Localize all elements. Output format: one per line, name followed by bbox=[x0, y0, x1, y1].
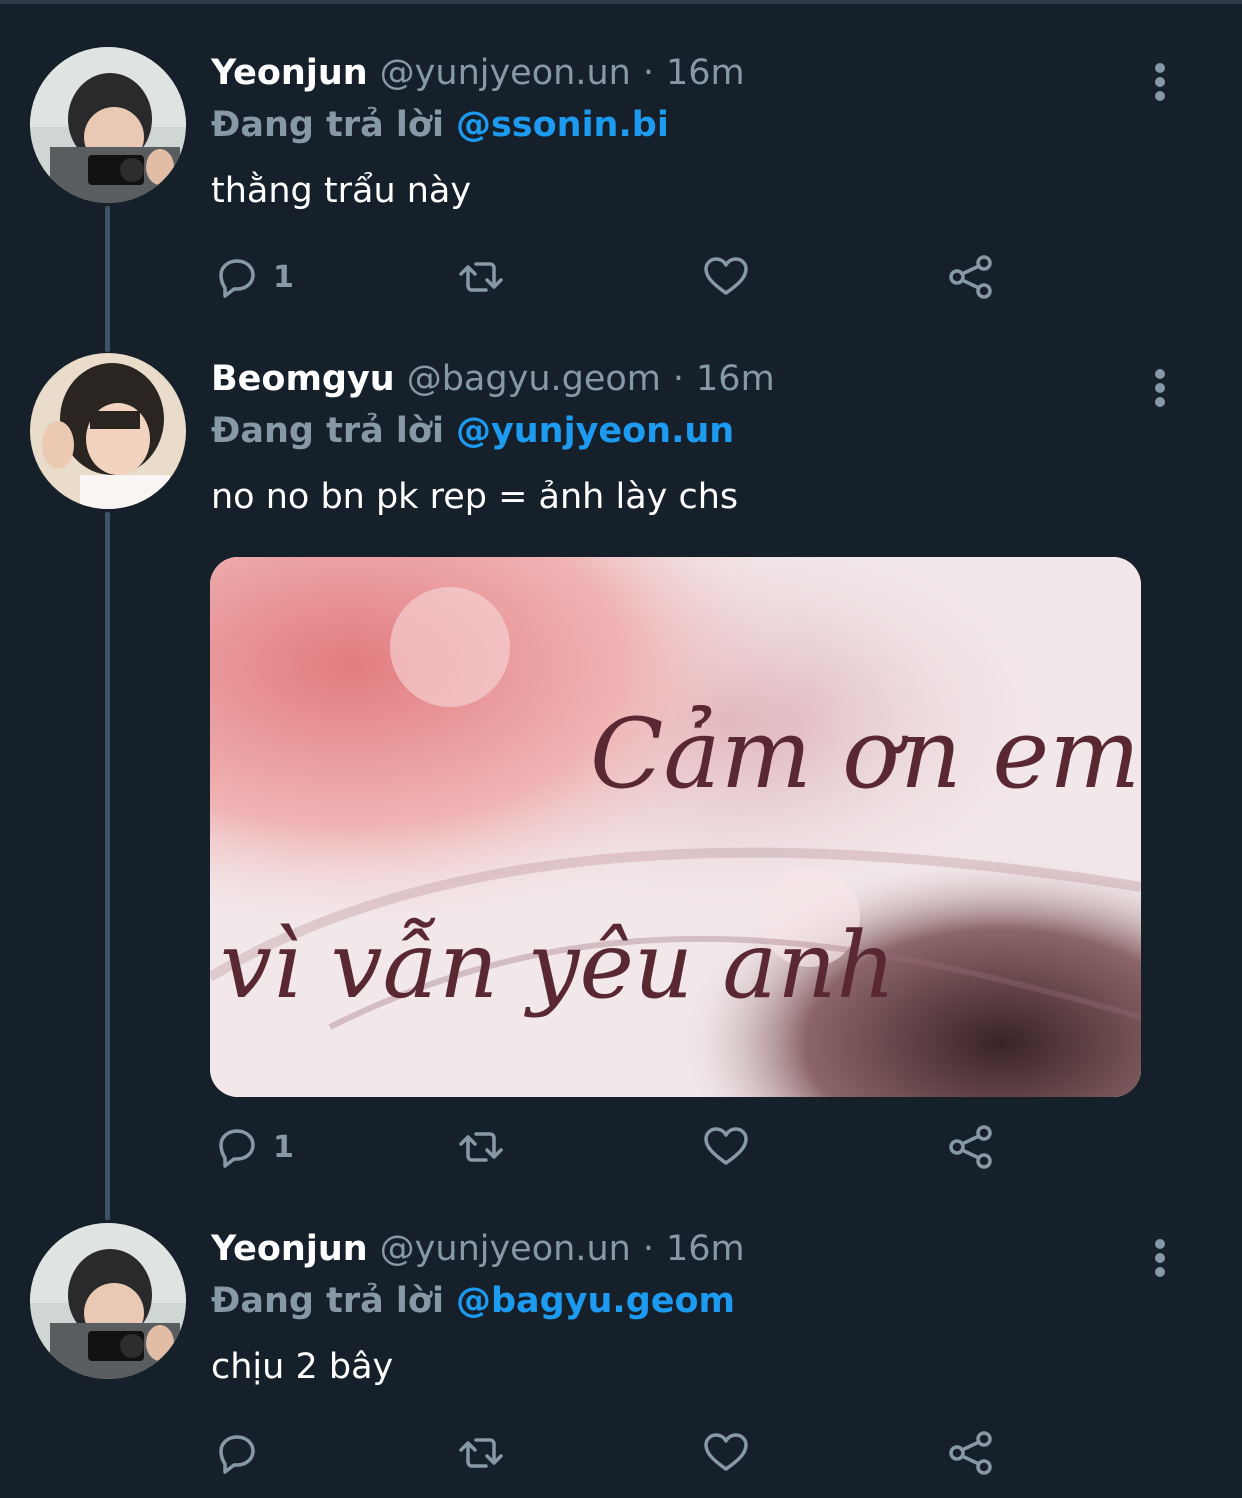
reply-icon bbox=[219, 1435, 255, 1474]
reply-icon bbox=[219, 259, 255, 298]
replying-to: Đang trả lời @ssonin.bi bbox=[211, 105, 669, 145]
reply-button[interactable]: 1 bbox=[211, 252, 294, 302]
like-icon bbox=[704, 1433, 748, 1471]
action-bar: 1 bbox=[211, 1122, 1011, 1172]
display-name[interactable]: Yeonjun bbox=[211, 1229, 368, 1269]
retweet-button[interactable] bbox=[456, 1428, 506, 1478]
replying-to: Đang trả lời @yunjyeon.un bbox=[211, 411, 734, 451]
share-icon bbox=[949, 1431, 992, 1475]
action-bar bbox=[211, 1428, 1011, 1478]
share-button[interactable] bbox=[946, 252, 996, 302]
mention-link[interactable]: @ssonin.bi bbox=[456, 105, 669, 145]
replying-to-label: Đang trả lời bbox=[211, 411, 444, 451]
more-icon[interactable] bbox=[1145, 361, 1175, 411]
like-button[interactable] bbox=[701, 252, 751, 302]
tweet-header: Yeonjun @yunjyeon.un · 16m bbox=[211, 1229, 745, 1279]
tweet-text: thằng trẩu này bbox=[211, 171, 472, 211]
tweet-text: chịu 2 bây bbox=[211, 1347, 394, 1387]
retweet-button[interactable] bbox=[456, 252, 506, 302]
retweet-icon bbox=[459, 1132, 503, 1162]
reply-count: 1 bbox=[273, 1129, 294, 1165]
tweet-header: Beomgyu @bagyu.geom · 16m bbox=[211, 359, 775, 409]
reply-count: 1 bbox=[273, 259, 294, 295]
tweet-image[interactable]: Cảm ơn em vì vẫn yêu anh bbox=[210, 557, 1141, 1097]
more-icon[interactable] bbox=[1145, 55, 1175, 105]
display-name[interactable]: Beomgyu bbox=[211, 359, 395, 399]
separator: · bbox=[672, 359, 685, 399]
like-icon bbox=[704, 1127, 748, 1165]
replying-to: Đang trả lời @bagyu.geom bbox=[211, 1281, 735, 1321]
separator: · bbox=[642, 1229, 654, 1269]
share-icon bbox=[949, 1125, 992, 1169]
calligraphy-line-2: vì vẫn yêu anh bbox=[220, 912, 896, 1019]
mention-link[interactable]: @bagyu.geom bbox=[456, 1281, 735, 1321]
user-handle[interactable]: @bagyu.geom bbox=[407, 359, 661, 399]
calligraphy-line-1: Cảm ơn em bbox=[590, 698, 1140, 810]
tweet-text: no no bn pk rep = ảnh lày chs bbox=[211, 477, 739, 517]
user-handle[interactable]: @yunjyeon.un bbox=[380, 53, 631, 93]
replying-to-label: Đang trả lời bbox=[211, 105, 444, 145]
timestamp[interactable]: 16m bbox=[696, 359, 775, 399]
mention-link[interactable]: @yunjyeon.un bbox=[456, 411, 734, 451]
share-icon bbox=[949, 255, 992, 299]
tweet-header: Yeonjun @yunjyeon.un · 16m bbox=[211, 53, 745, 103]
like-icon bbox=[704, 257, 748, 295]
timestamp[interactable]: 16m bbox=[666, 53, 745, 93]
retweet-button[interactable] bbox=[456, 1122, 506, 1172]
reply-button[interactable]: 1 bbox=[211, 1122, 294, 1172]
share-button[interactable] bbox=[946, 1428, 996, 1478]
action-bar: 1 bbox=[211, 252, 1011, 302]
timestamp[interactable]: 16m bbox=[666, 1229, 745, 1269]
tweet[interactable]: Yeonjun @yunjyeon.un · 16m Đang trả lời @… bbox=[0, 1223, 1242, 1498]
tweet[interactable]: Yeonjun @yunjyeon.un · 16m Đang trả lời @… bbox=[0, 47, 1242, 327]
avatar-beomgyu[interactable] bbox=[30, 353, 186, 509]
top-divider bbox=[0, 0, 1242, 4]
replying-to-label: Đang trả lời bbox=[211, 1281, 444, 1321]
separator: · bbox=[642, 53, 654, 93]
retweet-icon bbox=[459, 262, 503, 292]
retweet-icon bbox=[459, 1438, 503, 1468]
avatar-yeonjun[interactable] bbox=[30, 1223, 186, 1379]
user-handle[interactable]: @yunjyeon.un bbox=[380, 1229, 631, 1269]
reply-icon bbox=[219, 1129, 255, 1168]
reply-button[interactable] bbox=[211, 1428, 273, 1478]
display-name[interactable]: Yeonjun bbox=[211, 53, 368, 93]
like-button[interactable] bbox=[701, 1428, 751, 1478]
like-button[interactable] bbox=[701, 1122, 751, 1172]
share-button[interactable] bbox=[946, 1122, 996, 1172]
avatar-yeonjun[interactable] bbox=[30, 47, 186, 203]
more-icon[interactable] bbox=[1145, 1231, 1175, 1281]
